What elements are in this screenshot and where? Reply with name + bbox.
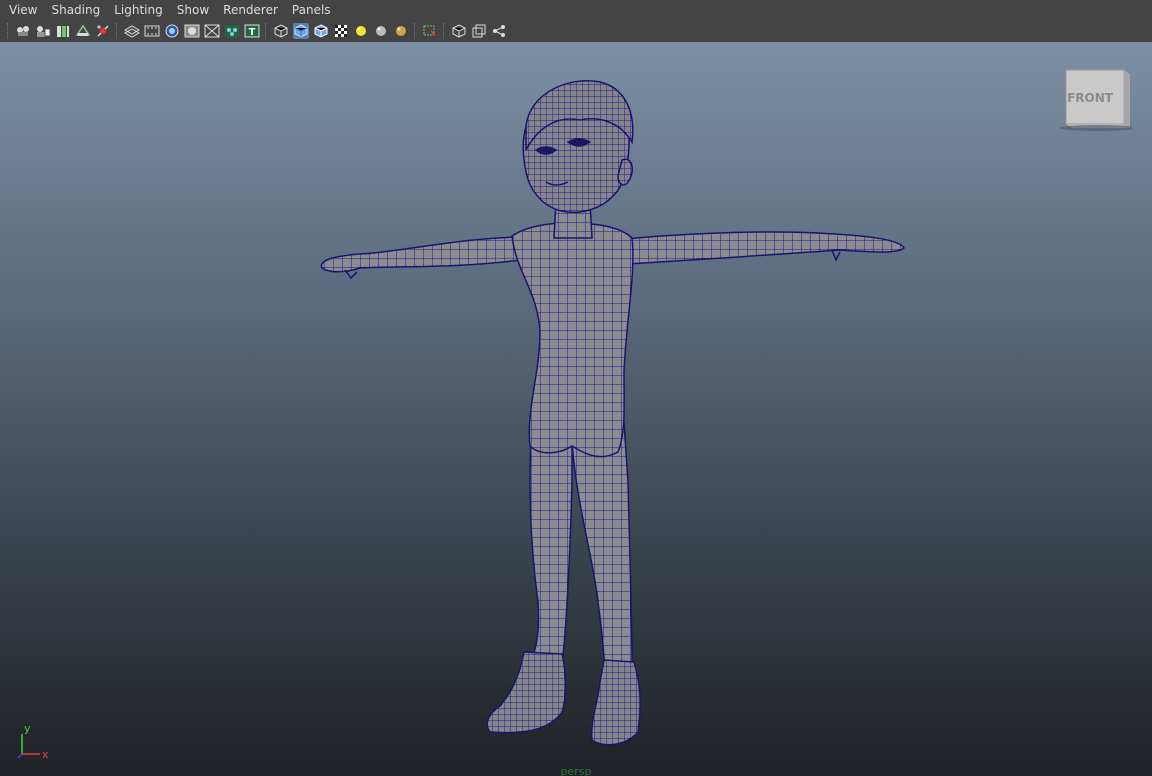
use-all-lights-icon (356, 26, 366, 36)
viewcube[interactable]: FRONT (1050, 66, 1132, 132)
smooth-shade-button[interactable] (293, 23, 309, 39)
axis-indicator: y x (17, 722, 49, 761)
xray-icon (452, 24, 466, 38)
xray-joints-icon (472, 24, 486, 38)
resolution-gate-button[interactable] (164, 23, 180, 39)
toolbar-separator (116, 23, 119, 39)
select-camera-button[interactable] (15, 23, 31, 39)
axis-x-label: x (42, 748, 49, 761)
resolution-gate-icon (165, 24, 179, 38)
toolbar-separator (265, 23, 268, 39)
xray-components-icon (493, 25, 505, 37)
field-chart-icon (204, 24, 220, 38)
grid-icon (124, 25, 140, 38)
grid-button[interactable] (124, 23, 140, 39)
menu-show[interactable]: Show (170, 0, 216, 20)
bookmarks-button[interactable] (55, 23, 71, 39)
viewcube-face-label: FRONT (1067, 91, 1114, 105)
gate-mask-button[interactable] (184, 23, 200, 39)
toolbar-separator (414, 23, 417, 39)
wireframe-button[interactable] (273, 23, 289, 39)
toolbar-separator (443, 23, 446, 39)
safe-action-icon (225, 25, 239, 37)
image-plane-icon (75, 24, 91, 36)
toolbar-separator (7, 23, 10, 39)
menu-view[interactable]: View (0, 0, 44, 20)
perspective-viewport[interactable]: FRONT y x persp (0, 42, 1152, 776)
menubar: View Shading Lighting Show Renderer Panels (0, 0, 1152, 20)
film-gate-icon (144, 25, 160, 37)
2d-pan-zoom-button[interactable] (95, 23, 111, 39)
character-model[interactable] (0, 42, 1152, 776)
select-camera-icon (17, 26, 29, 36)
menu-renderer[interactable]: Renderer (216, 0, 285, 20)
gate-mask-icon (184, 24, 200, 38)
safe-title-icon: T (244, 24, 260, 38)
panel-toolbar: T (0, 20, 1152, 42)
shadows-button[interactable] (373, 23, 389, 39)
isolate-select-button[interactable] (422, 23, 438, 39)
ambient-occlusion-icon (396, 26, 406, 36)
camera-attributes-icon (37, 26, 51, 37)
bookmarks-icon (57, 26, 69, 37)
xray-joints-button[interactable] (471, 23, 487, 39)
menu-panels[interactable]: Panels (285, 0, 338, 20)
safe-title-button[interactable]: T (244, 23, 260, 39)
2d-pan-zoom-icon (97, 25, 109, 37)
safe-action-button[interactable] (224, 23, 240, 39)
isolate-select-icon (423, 25, 436, 38)
use-all-lights-button[interactable] (353, 23, 369, 39)
camera-name-label: persp (560, 766, 592, 776)
xray-components-button[interactable] (491, 23, 507, 39)
wireframe-on-shaded-icon (314, 24, 328, 38)
textured-icon (335, 25, 347, 37)
menu-lighting[interactable]: Lighting (107, 0, 170, 20)
ambient-occlusion-button[interactable] (393, 23, 409, 39)
shadows-icon (376, 26, 386, 36)
field-chart-button[interactable] (204, 23, 220, 39)
svg-text:T: T (249, 27, 256, 38)
smooth-shade-icon (294, 24, 308, 38)
wireframe-on-shaded-button[interactable] (313, 23, 329, 39)
camera-attributes-button[interactable] (35, 23, 51, 39)
image-plane-button[interactable] (75, 23, 91, 39)
menu-shading[interactable]: Shading (44, 0, 107, 20)
wireframe-icon (274, 24, 288, 38)
xray-button[interactable] (451, 23, 467, 39)
axis-y-label: y (24, 722, 31, 735)
textured-button[interactable] (333, 23, 349, 39)
film-gate-button[interactable] (144, 23, 160, 39)
